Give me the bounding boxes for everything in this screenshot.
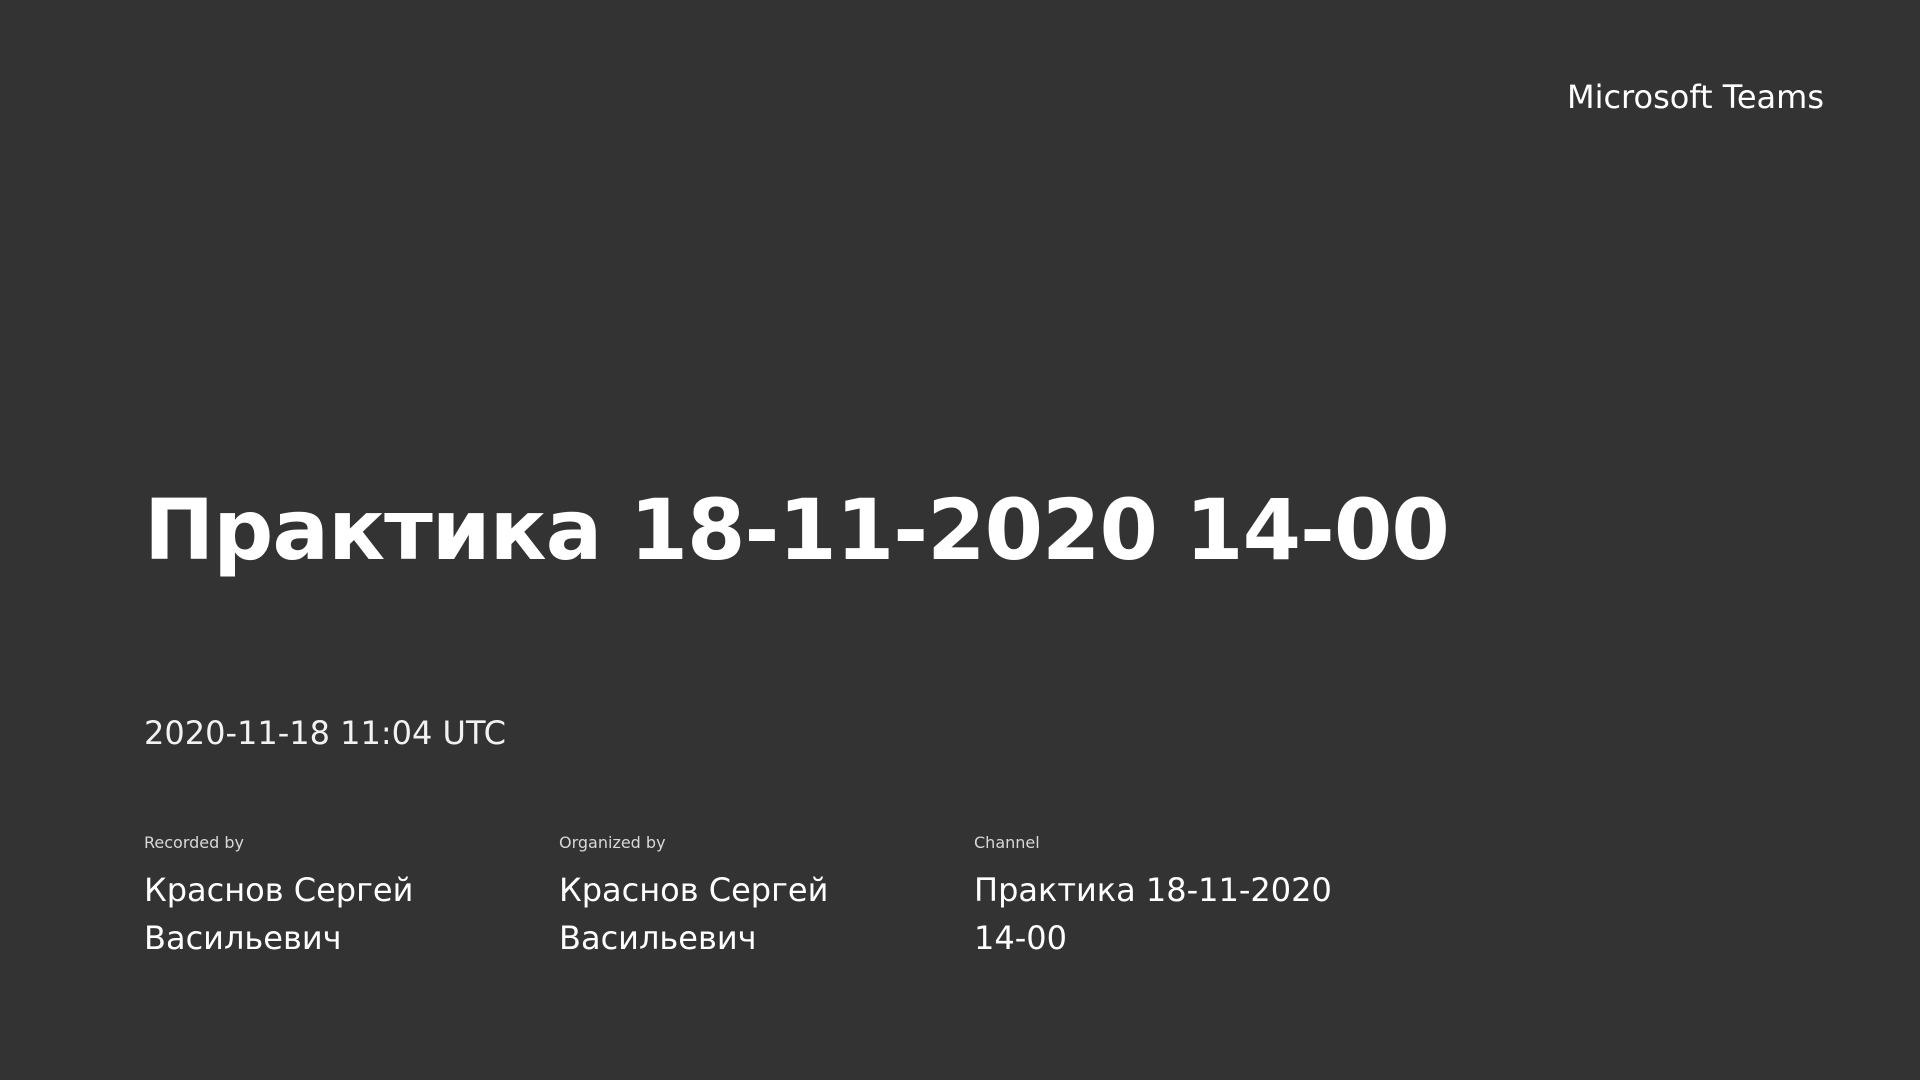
- recorded-by-label: Recorded by: [144, 833, 244, 852]
- recording-title: Практика 18-11-2020 14-00: [144, 481, 1450, 579]
- metadata-row: Recorded by Краснов Сергей Васильевич Or…: [144, 834, 1389, 962]
- channel-value: Практика 18-11-2020 14-00: [974, 870, 1332, 957]
- recorded-by-value: Краснов Сергей Васильевич: [144, 870, 414, 957]
- recorded-by-section: Recorded by Краснов Сергей Васильевич: [144, 834, 559, 962]
- organized-by-label: Organized by: [559, 833, 666, 852]
- recording-timestamp: 2020-11-18 11:04 UTC: [144, 714, 506, 752]
- channel-label: Channel: [974, 833, 1040, 852]
- organized-by-section: Organized by Краснов Сергей Васильевич: [559, 834, 974, 962]
- organized-by-value: Краснов Сергей Васильевич: [559, 870, 829, 957]
- brand-name: Microsoft Teams: [1566, 78, 1824, 116]
- channel-section: Channel Практика 18-11-2020 14-00: [974, 834, 1389, 962]
